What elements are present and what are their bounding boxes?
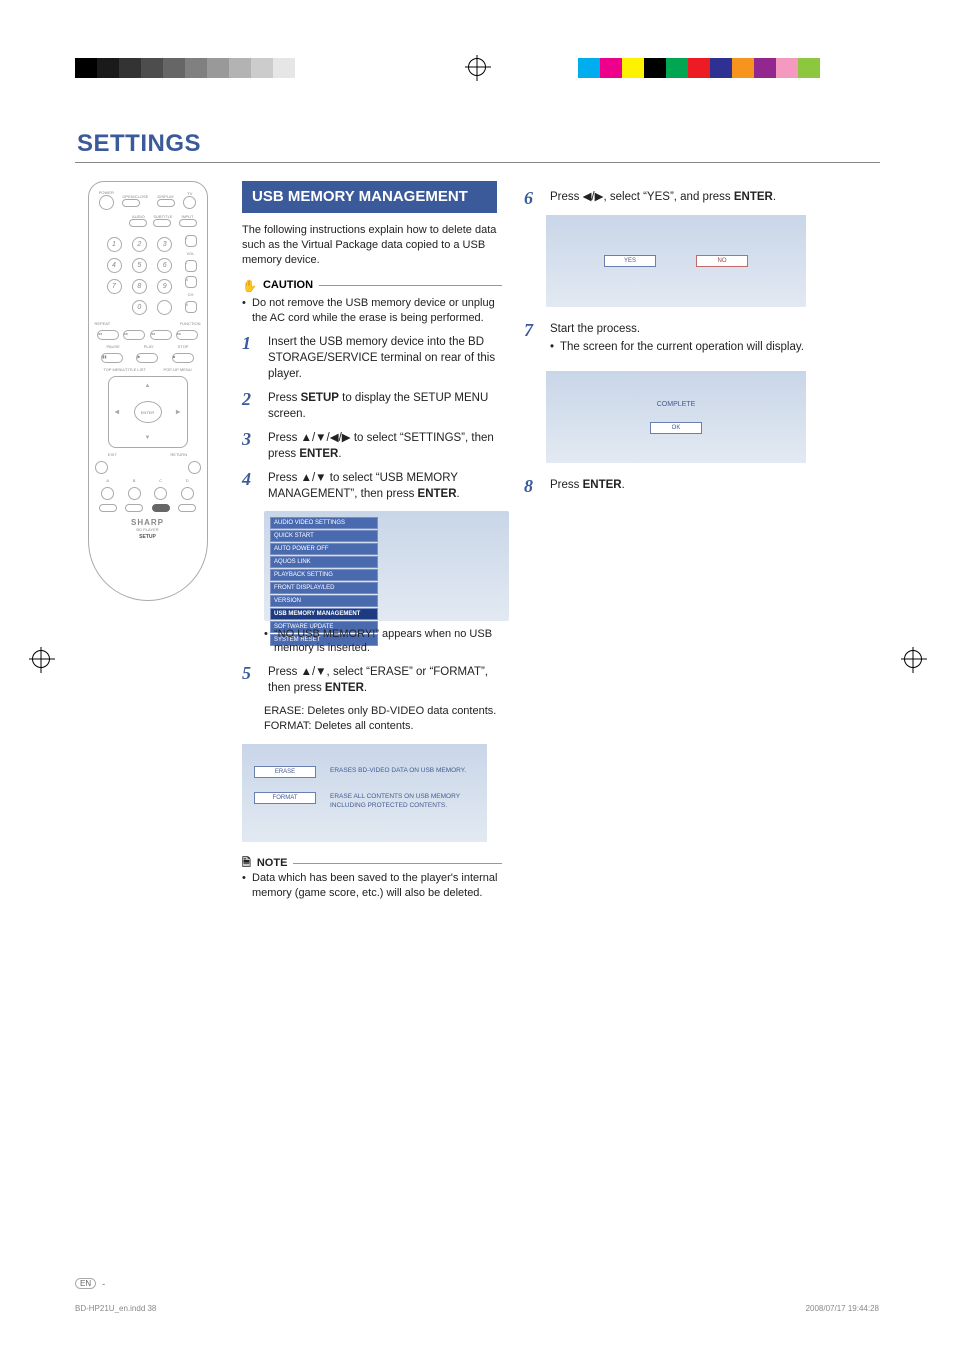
step-1: 1 Insert the USB memory device into the … [242, 334, 502, 382]
setup-label: SETUP [139, 534, 156, 540]
menu-item: QUICK START [270, 530, 378, 542]
dpad: ▲ ▼ ◀ ▶ ENTER [108, 376, 188, 448]
menu-item: VERSION [270, 595, 378, 607]
menu-item: AQUOS LINK [270, 556, 378, 568]
menu-item: FRONT DISPLAY/LED [270, 582, 378, 594]
no-usb-note: “NO USB MEMORY!” appears when no USB mem… [264, 627, 502, 657]
step-2: 2 Press SETUP to display the SETUP MENU … [242, 390, 502, 422]
menu-item: AUDIO VIDEO SETTINGS [270, 517, 378, 529]
step-3: 3 Press ▲/▼/◀/▶ to select “SETTINGS”, th… [242, 430, 502, 462]
format-option: FORMAT [254, 792, 316, 804]
menu-item: AUTO POWER OFF [270, 543, 378, 555]
section-heading: USB MEMORY MANAGEMENT [242, 181, 497, 213]
caution-heading: ✋ CAUTION [242, 278, 502, 294]
ok-option: OK [650, 422, 702, 434]
no-option: NO [696, 255, 748, 267]
complete-label: COMPLETE [657, 400, 696, 409]
registration-mark-left [32, 650, 50, 668]
setup-button [152, 504, 170, 512]
step-4: 4 Press ▲/▼ to select “USB MEMORY MANAGE… [242, 470, 502, 502]
title-rule [75, 162, 880, 163]
remote-control-diagram: POWER OPEN/CLOSE DISPLAY TV AUDIO SUBTIT… [88, 181, 208, 601]
imprint-footer: BD-HP21U_en.indd 38 2008/07/17 19:44:28 [75, 1304, 879, 1313]
complete-screenshot: COMPLETE OK [546, 371, 806, 463]
timestamp: 2008/07/17 19:44:28 [806, 1304, 879, 1313]
source-file: BD-HP21U_en.indd 38 [75, 1304, 156, 1313]
enter-button: ENTER [134, 401, 162, 423]
registration-mark-top [468, 58, 486, 76]
erase-format-desc: ERASE: Deletes only BD-VIDEO data conten… [264, 704, 502, 734]
page-title: SETTINGS [77, 130, 880, 158]
color-bars [578, 58, 820, 78]
note-heading: NOTE [242, 856, 502, 871]
settings-menu-screenshot: AUDIO VIDEO SETTINGSQUICK STARTAUTO POWE… [264, 511, 509, 621]
step-5: 5 Press ▲/▼, select “ERASE” or “FORMAT”,… [242, 664, 502, 696]
hand-icon: ✋ [242, 278, 257, 294]
yes-option: YES [604, 255, 656, 267]
caution-bullet: Do not remove the USB memory device or u… [242, 296, 502, 326]
erase-option: ERASE [254, 766, 316, 778]
menu-item: PLAYBACK SETTING [270, 569, 378, 581]
erase-format-screenshot: ERASE ERASES BD-VIDEO DATA ON USB MEMORY… [242, 744, 487, 842]
menu-item: USB MEMORY MANAGEMENT [270, 608, 378, 620]
grayscale-bars [75, 58, 295, 78]
step-6: 6 Press ◀/▶, select “YES”, and press ENT… [524, 189, 814, 207]
note-bullet: Data which has been saved to the player'… [242, 871, 502, 901]
step-8: 8 Press ENTER. [524, 477, 814, 495]
page-footer: EN - [75, 1278, 879, 1289]
brand-logo: SHARP [95, 518, 201, 527]
intro-text: The following instructions explain how t… [242, 223, 502, 268]
yes-no-screenshot: YES NO [546, 215, 806, 307]
brand-subtitle: BD PLAYER [95, 527, 201, 532]
note-icon [242, 856, 251, 871]
language-badge: EN [75, 1278, 96, 1289]
registration-mark-right [904, 650, 922, 668]
step-7: 7 Start the process. The screen for the … [524, 321, 814, 363]
